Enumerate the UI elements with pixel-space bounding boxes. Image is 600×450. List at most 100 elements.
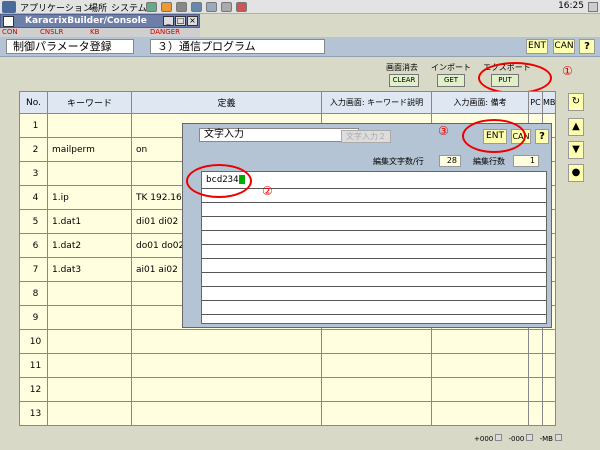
table-row[interactable]: 12 — [19, 377, 557, 402]
table-row[interactable]: 10 — [19, 329, 557, 354]
menu-places[interactable]: 場所 — [89, 1, 107, 14]
line-count-field[interactable]: 1 — [513, 155, 539, 167]
row-no: 11 — [19, 353, 48, 378]
pc-cell[interactable] — [528, 401, 543, 426]
scroll-up-button[interactable]: ▲ — [568, 118, 584, 136]
col-definition: 定義 — [131, 91, 322, 114]
launcher-icon[interactable] — [236, 2, 247, 12]
keyword-cell[interactable]: 1.dat1 — [47, 209, 132, 234]
minimize-button[interactable]: _ — [163, 16, 174, 26]
keyword-cell[interactable] — [47, 161, 132, 186]
remarks-cell[interactable] — [431, 377, 529, 402]
clock: 16:25 — [558, 1, 584, 11]
keyword-cell[interactable]: mailperm — [47, 137, 132, 162]
row-no: 1 — [19, 113, 48, 138]
row-no: 8 — [19, 281, 48, 306]
text-edit-area[interactable]: bcd234 — [201, 171, 547, 324]
remarks-cell[interactable] — [431, 353, 529, 378]
keyword-cell[interactable] — [47, 377, 132, 402]
col-mb: MB — [541, 91, 557, 114]
can-button[interactable]: CAN — [553, 39, 575, 54]
definition-cell[interactable] — [131, 377, 322, 402]
toolbar-text[interactable]: CON — [2, 28, 18, 37]
import-label: インポート — [431, 63, 471, 72]
launcher-icon[interactable] — [146, 2, 157, 12]
mb-cell[interactable] — [541, 377, 557, 402]
highlight-circle — [462, 119, 526, 153]
ent-button[interactable]: ENT — [526, 39, 548, 54]
remarks-cell[interactable] — [431, 401, 529, 426]
keyword-cell[interactable]: 1.dat3 — [47, 257, 132, 282]
mb-cell[interactable] — [541, 329, 557, 354]
keyword-cell[interactable] — [47, 401, 132, 426]
remarks-cell[interactable] — [431, 329, 529, 354]
console-window-titlebar[interactable]: KaracrixBuilder/Console _ □ × — [0, 14, 200, 28]
pc-cell[interactable] — [528, 329, 543, 354]
col-input-remarks: 入力画面: 備考 — [431, 91, 529, 114]
col-keyword: キーワード — [47, 91, 132, 114]
desc-cell[interactable] — [321, 329, 432, 354]
keyword-cell[interactable] — [47, 353, 132, 378]
definition-cell[interactable] — [131, 353, 322, 378]
keyword-cell[interactable]: 1.ip — [47, 185, 132, 210]
footer-mb-button[interactable] — [554, 434, 562, 441]
close-button[interactable]: × — [187, 16, 198, 26]
toolbar-text[interactable]: DANGER — [150, 28, 180, 37]
dialog-help-button[interactable]: ? — [535, 129, 549, 144]
pc-cell[interactable] — [528, 377, 543, 402]
refresh-icon[interactable]: ↻ — [568, 93, 584, 111]
chars-per-line-field[interactable]: 28 — [439, 155, 461, 167]
toolbar-text[interactable]: KB — [90, 28, 99, 37]
gnome-foot-icon[interactable] — [2, 1, 16, 13]
desc-cell[interactable] — [321, 353, 432, 378]
definition-cell[interactable] — [131, 401, 322, 426]
col-pc: PC — [528, 91, 543, 114]
maximize-button[interactable]: □ — [175, 16, 186, 26]
pc-cell[interactable] — [528, 353, 543, 378]
clear-button[interactable]: CLEAR — [389, 74, 419, 87]
desc-cell[interactable] — [321, 377, 432, 402]
footer-plus: +000 — [474, 435, 494, 443]
footer-mb: -MB — [539, 435, 553, 443]
footer-minus-button[interactable] — [526, 434, 534, 441]
launcher-icon[interactable] — [161, 2, 172, 12]
param-title: 制御パラメータ登録 — [6, 39, 134, 54]
row-no: 10 — [19, 329, 48, 354]
launcher-icon[interactable] — [176, 2, 187, 12]
footer-plus-button[interactable] — [495, 434, 503, 441]
text-input-2-tab[interactable]: 文字入力２ — [341, 130, 391, 143]
keyword-cell[interactable] — [47, 113, 132, 138]
mb-cell[interactable] — [541, 401, 557, 426]
scroll-down-button[interactable]: ▼ — [568, 141, 584, 159]
program-title: ３）通信プログラム — [150, 39, 325, 54]
dot-button[interactable]: ● — [568, 164, 584, 182]
highlight-circle — [478, 62, 552, 94]
dialog-title: 文字入力 — [199, 128, 359, 142]
launcher-icon[interactable] — [221, 2, 232, 12]
toolbar-text[interactable]: CNSLR — [40, 28, 63, 37]
launcher-icon[interactable] — [191, 2, 202, 12]
keyword-cell[interactable] — [47, 305, 132, 330]
launcher-icon[interactable] — [206, 2, 217, 12]
desc-cell[interactable] — [321, 401, 432, 426]
get-button[interactable]: GET — [437, 74, 465, 87]
footer-minus: -000 — [508, 435, 525, 443]
row-no: 4 — [19, 185, 48, 210]
help-button[interactable]: ? — [579, 39, 595, 54]
row-no: 7 — [19, 257, 48, 282]
menu-applications[interactable]: アプリケーション — [20, 1, 92, 14]
col-no: No. — [19, 91, 48, 114]
table-row[interactable]: 11 — [19, 353, 557, 378]
mb-cell[interactable] — [541, 353, 557, 378]
window-title: KaracrixBuilder/Console — [25, 16, 147, 26]
menu-system[interactable]: システム — [111, 1, 147, 14]
row-no: 12 — [19, 377, 48, 402]
row-no: 13 — [19, 401, 48, 426]
marker-3: ③ — [438, 124, 449, 138]
definition-cell[interactable] — [131, 329, 322, 354]
keyword-cell[interactable] — [47, 281, 132, 306]
volume-icon[interactable] — [588, 2, 598, 12]
table-row[interactable]: 13 — [19, 401, 557, 426]
keyword-cell[interactable] — [47, 329, 132, 354]
keyword-cell[interactable]: 1.dat2 — [47, 233, 132, 258]
